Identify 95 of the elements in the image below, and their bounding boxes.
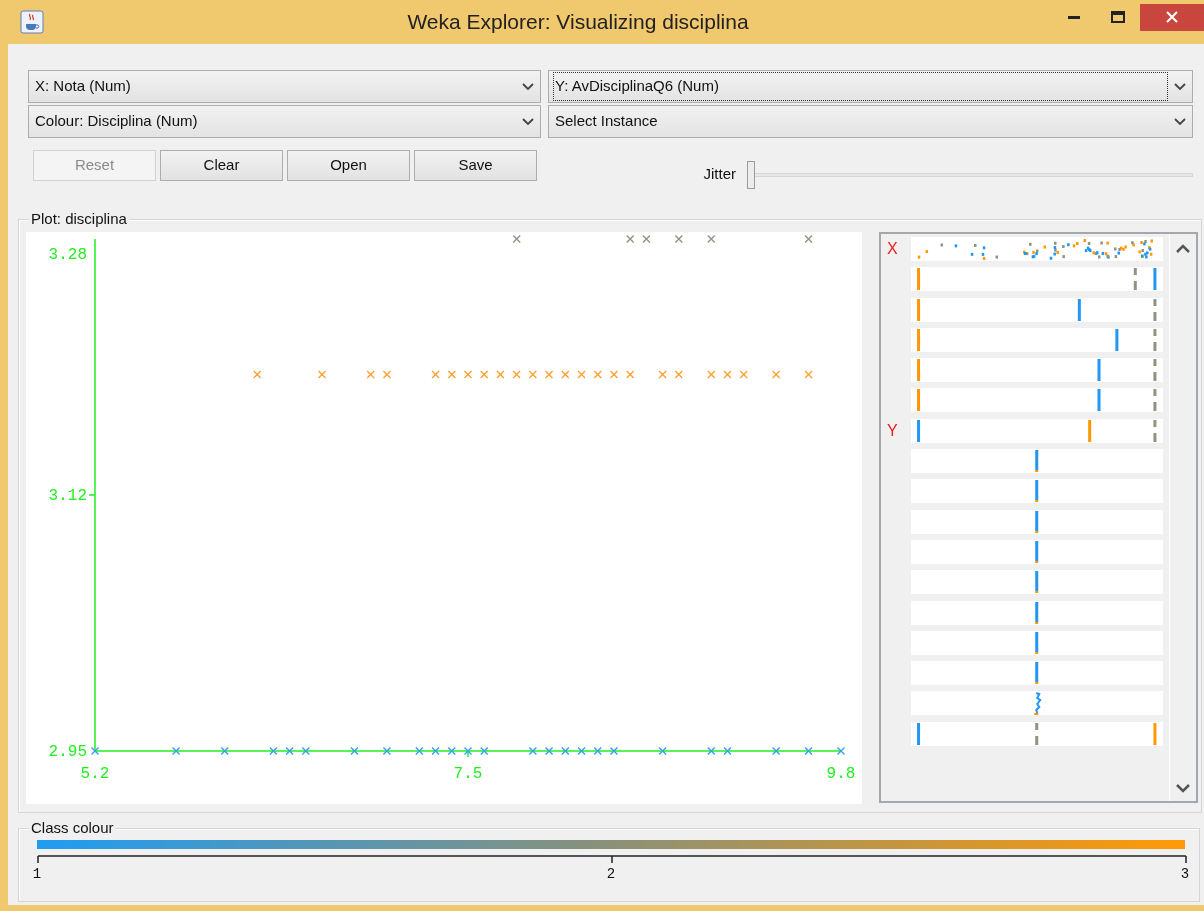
data-point [480, 746, 489, 756]
data-point [269, 746, 278, 756]
data-point [593, 746, 602, 756]
data-point [577, 746, 586, 756]
data-point [366, 370, 375, 379]
data-point [512, 234, 521, 244]
attribute-strip[interactable] [911, 327, 1163, 352]
data-point [577, 370, 586, 379]
scale-label: 3 [1179, 865, 1191, 884]
chevron-down-icon [1174, 82, 1186, 91]
slider-label: Jitter [703, 164, 736, 185]
data-point [447, 746, 456, 756]
data-point [836, 746, 846, 756]
attribute-strip[interactable] [911, 267, 1163, 292]
axis-tick-label: 5.2 [80, 765, 110, 783]
data-point [593, 370, 602, 379]
data-point [350, 746, 359, 756]
data-point [528, 746, 538, 756]
attribute-strip[interactable] [911, 388, 1163, 413]
data-point [382, 746, 392, 756]
data-point [771, 370, 781, 379]
axis-tick-label: 9.8 [826, 765, 856, 783]
data-point [642, 234, 651, 244]
axis-marker: Y [886, 420, 899, 441]
data-point [171, 746, 181, 756]
data-point [447, 370, 456, 379]
data-point [674, 234, 684, 244]
data-point [739, 370, 748, 379]
dropdown[interactable]: Y: AvDisciplinaQ6 (Num) [548, 70, 1193, 103]
chevron-down-icon [522, 117, 534, 126]
panel-title: Plot: disciplina [29, 210, 129, 228]
scale-label: 1 [31, 865, 43, 884]
data-point [496, 370, 505, 379]
slider-thumb[interactable] [747, 160, 755, 189]
axis-tick-label: 2.95 [48, 743, 87, 761]
data-point [220, 746, 229, 756]
minimize-icon [1068, 15, 1080, 19]
data-point [707, 370, 716, 379]
data-point [658, 370, 667, 379]
data-point [771, 746, 781, 756]
action-button[interactable]: Save [414, 150, 537, 181]
data-point [463, 370, 473, 379]
close-button[interactable] [1140, 3, 1204, 31]
data-point [301, 746, 311, 756]
data-point [723, 746, 732, 756]
attribute-strip[interactable] [911, 418, 1163, 443]
data-point [674, 370, 684, 379]
axis-tick-label: 7.5 [453, 765, 483, 783]
data-point [415, 746, 424, 756]
data-point [625, 370, 635, 379]
close-icon [1166, 11, 1178, 23]
maximize-icon [1111, 11, 1125, 23]
action-button[interactable]: Open [287, 150, 410, 181]
data-point [512, 370, 521, 379]
attribute-strip[interactable] [911, 721, 1163, 746]
data-point [285, 746, 294, 756]
axis-tick-label: 3.12 [48, 487, 87, 505]
axis-tick-label: 3.28 [48, 246, 87, 265]
data-point [431, 746, 440, 756]
data-point [90, 746, 100, 756]
scale-label: 2 [605, 865, 617, 884]
data-point [804, 746, 813, 756]
data-point [609, 370, 619, 379]
chevron-down-icon [1174, 117, 1186, 126]
jitter-slider[interactable] [747, 160, 1193, 189]
data-point [625, 234, 635, 244]
data-point [382, 370, 392, 379]
data-point [707, 234, 716, 244]
dropdown[interactable]: Colour: Disciplina (Num) [28, 105, 541, 138]
data-point [609, 746, 619, 756]
data-point [317, 370, 327, 379]
attribute-strip[interactable] [911, 237, 1163, 261]
data-point [561, 370, 570, 379]
data-point [561, 746, 570, 756]
data-point [480, 370, 489, 379]
data-point [431, 370, 440, 379]
dropdown[interactable]: Select Instance [548, 105, 1193, 138]
attribute-strip[interactable] [911, 297, 1163, 322]
data-point [804, 234, 813, 244]
data-point [658, 746, 667, 756]
data-point [707, 746, 716, 756]
dropdown[interactable]: X: Nota (Num) [28, 70, 541, 103]
data-point [804, 370, 813, 379]
data-point [463, 746, 473, 756]
chevron-down-icon [522, 82, 534, 91]
data-point [252, 370, 262, 379]
window-title: Weka Explorer: Visualizing disciplina [406, 9, 750, 36]
app-icon [20, 10, 44, 34]
action-button[interactable]: Clear [160, 150, 283, 181]
data-point [528, 370, 538, 379]
data-point [544, 370, 554, 379]
attribute-strip[interactable] [911, 358, 1163, 383]
data-point [723, 370, 732, 379]
data-point [544, 746, 554, 756]
axis-marker: X [886, 239, 899, 259]
